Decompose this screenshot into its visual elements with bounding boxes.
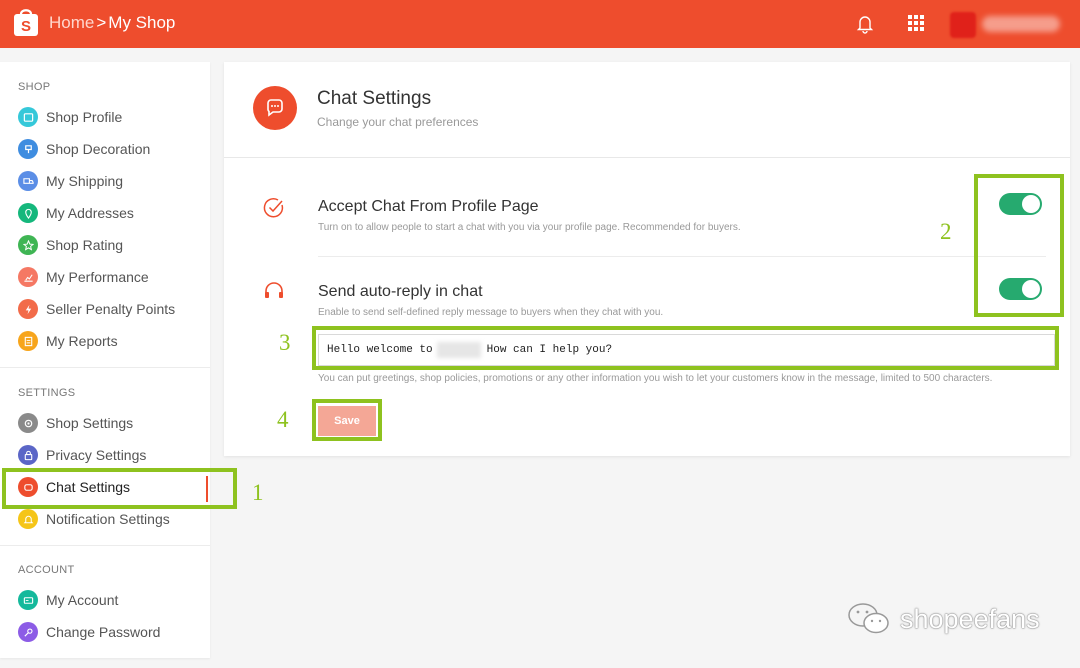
card-icon (18, 590, 38, 610)
breadcrumb-current: My Shop (108, 13, 176, 32)
lock-icon (18, 445, 38, 465)
check-circle-icon (263, 198, 284, 218)
option-accept-chat-description: Turn on to allow people to start a chat … (318, 222, 741, 233)
sidebar-item-my-account[interactable]: My Account (0, 585, 210, 615)
sidebar-item-privacy-settings[interactable]: Privacy Settings (0, 440, 210, 470)
chat-bubble-icon (253, 86, 297, 130)
auto-reply-hint: You can put greetings, shop policies, pr… (318, 373, 993, 384)
annotation-number-1: 1 (252, 480, 264, 505)
breadcrumb: Home > My Shop (49, 13, 175, 33)
report-icon (18, 331, 38, 351)
sidebar-item-label: Shop Rating (46, 237, 124, 253)
sidebar-section-account-title: ACCOUNT (18, 564, 75, 576)
highlight-box-3 (312, 326, 1059, 370)
sidebar-item-label: My Addresses (46, 205, 134, 221)
truck-icon (18, 171, 38, 191)
svg-text:S: S (21, 18, 31, 35)
sidebar-item-shop-decoration[interactable]: Shop Decoration (0, 134, 210, 164)
option-divider (318, 256, 1046, 257)
gear-icon (18, 413, 38, 433)
sidebar-item-my-shipping[interactable]: My Shipping (0, 166, 210, 196)
annotation-number-2: 2 (940, 219, 952, 244)
sidebar-item-shop-profile[interactable]: Shop Profile (0, 102, 210, 132)
sidebar-section-settings-title: SETTINGS (18, 387, 76, 399)
sidebar-item-label: Privacy Settings (46, 447, 147, 463)
sidebar-divider (0, 545, 210, 546)
sidebar: SHOP Shop Profile Shop Decoration My Shi… (0, 62, 210, 658)
brush-icon (18, 139, 38, 159)
option-auto-reply-title: Send auto-reply in chat (318, 283, 483, 300)
highlight-box-4 (312, 399, 382, 441)
highlight-box-2 (974, 174, 1064, 317)
sidebar-item-label: My Shipping (46, 173, 124, 189)
bell-icon (18, 509, 38, 529)
annotation-number-3: 3 (279, 330, 291, 355)
wechat-icon (848, 603, 889, 634)
watermark: shopeefans (846, 600, 1040, 638)
highlight-box-1 (2, 468, 237, 509)
sidebar-item-my-reports[interactable]: My Reports (0, 326, 210, 356)
sidebar-item-label: Shop Settings (46, 415, 134, 431)
sidebar-item-label: Notification Settings (46, 511, 170, 527)
star-icon (18, 235, 38, 255)
penalty-icon (18, 299, 38, 319)
sidebar-item-my-addresses[interactable]: My Addresses (0, 198, 210, 228)
breadcrumb-home[interactable]: Home (49, 13, 94, 32)
header-divider (224, 157, 1070, 158)
page-title: Chat Settings (317, 88, 432, 109)
option-accept-chat-title: Accept Chat From Profile Page (318, 198, 539, 215)
sidebar-item-label: My Performance (46, 269, 149, 285)
sidebar-item-label: Change Password (46, 624, 161, 640)
chart-icon (18, 267, 38, 287)
top-bar: S Home > My Shop (0, 0, 1080, 48)
chat-settings-card: Chat Settings Change your chat preferenc… (224, 62, 1070, 456)
sidebar-divider (0, 367, 210, 368)
key-icon (18, 622, 38, 642)
avatar[interactable] (950, 12, 976, 38)
sidebar-item-change-password[interactable]: Change Password (0, 617, 210, 647)
sidebar-item-seller-penalty-points[interactable]: Seller Penalty Points (0, 294, 210, 324)
sidebar-item-label: Seller Penalty Points (46, 301, 176, 317)
sidebar-section-shop-title: SHOP (18, 81, 51, 93)
username-redacted[interactable] (982, 16, 1060, 32)
shopee-logo[interactable]: S (12, 6, 40, 38)
headset-icon (265, 282, 283, 298)
profile-icon (18, 107, 38, 127)
annotation-number-4: 4 (277, 407, 289, 432)
sidebar-item-label: Shop Decoration (46, 141, 151, 157)
sidebar-item-shop-rating[interactable]: Shop Rating (0, 230, 210, 260)
sidebar-item-shop-settings[interactable]: Shop Settings (0, 408, 210, 438)
sidebar-item-label: My Reports (46, 333, 118, 349)
page-subtitle: Change your chat preferences (317, 115, 479, 129)
notification-bell-icon[interactable] (856, 14, 874, 34)
breadcrumb-separator: > (96, 13, 107, 32)
apps-grid-icon[interactable] (907, 14, 925, 32)
sidebar-item-label: My Account (46, 592, 119, 608)
location-icon (18, 203, 38, 223)
sidebar-item-my-performance[interactable]: My Performance (0, 262, 210, 292)
sidebar-item-label: Shop Profile (46, 109, 123, 125)
watermark-text: shopeefans (900, 603, 1040, 634)
option-auto-reply-description: Enable to send self-defined reply messag… (318, 307, 664, 318)
